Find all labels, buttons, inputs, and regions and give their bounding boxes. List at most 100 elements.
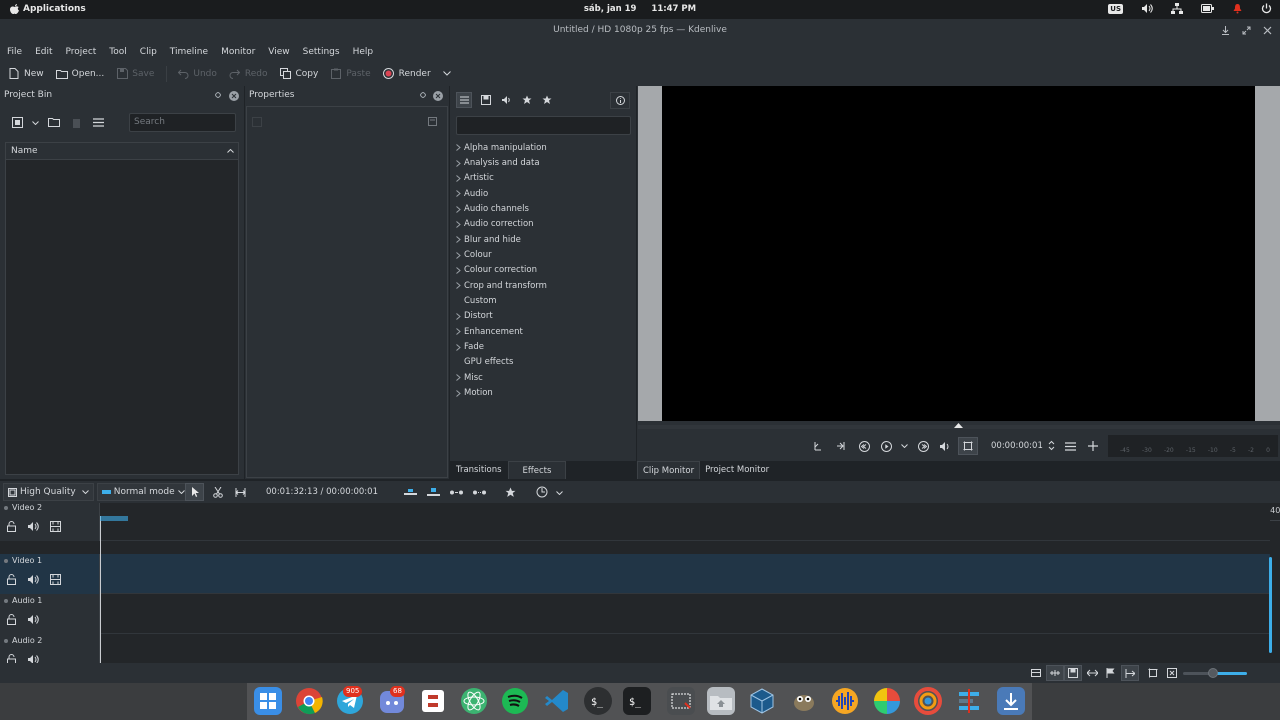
name-column-header[interactable]: Name	[11, 146, 38, 156]
video-effects-icon[interactable]	[481, 95, 491, 105]
chevron-down-icon[interactable]	[901, 444, 908, 448]
effects-category-item[interactable]: Misc	[456, 370, 547, 385]
maximize-icon[interactable]	[1242, 26, 1251, 35]
favorite-effects-star-icon[interactable]	[505, 487, 516, 498]
hide-video-icon[interactable]	[50, 574, 61, 585]
close-panel-icon[interactable]	[433, 91, 443, 101]
effects-category-item[interactable]: Colour correction	[456, 263, 547, 278]
copy-button[interactable]: Copy	[279, 68, 318, 80]
add-folder-icon[interactable]	[48, 117, 60, 127]
chevron-down-icon[interactable]	[556, 491, 563, 495]
effects-category-item[interactable]: Alpha manipulation	[456, 140, 547, 155]
kdenlive-icon[interactable]	[955, 687, 983, 715]
virtualbox-icon[interactable]	[748, 687, 776, 715]
atom-icon[interactable]	[460, 687, 488, 715]
close-panel-icon[interactable]	[229, 91, 239, 101]
set-zone-in-icon[interactable]	[813, 441, 823, 451]
rewind-icon[interactable]	[859, 441, 870, 452]
mute-audio-icon[interactable]	[27, 574, 39, 585]
lift-icon[interactable]	[450, 490, 463, 495]
menu-monitor[interactable]: Monitor	[221, 47, 255, 57]
timeline-track[interactable]: Audio 1	[0, 594, 1270, 634]
downloads-icon[interactable]	[997, 687, 1025, 715]
project-bin-list[interactable]: Name	[5, 142, 239, 475]
markers-flag-icon[interactable]	[1106, 668, 1115, 678]
menu-view[interactable]: View	[268, 47, 289, 57]
effects-category-item[interactable]: GPU effects	[456, 355, 547, 370]
power-icon[interactable]	[1261, 3, 1272, 14]
effects-category-item[interactable]: Motion	[456, 386, 547, 401]
audio-effects-icon[interactable]	[501, 95, 511, 105]
menu-clip[interactable]: Clip	[140, 47, 157, 57]
monitor-timecode[interactable]: 00:00:00:01	[991, 441, 1043, 451]
info-icon[interactable]	[610, 92, 630, 109]
audacity-icon[interactable]	[831, 687, 859, 715]
edit-mode-select[interactable]: Normal mode	[96, 483, 190, 501]
effects-category-item[interactable]: Fade	[456, 339, 547, 354]
float-panel-icon[interactable]	[420, 92, 426, 98]
color-picker-icon[interactable]	[914, 687, 942, 715]
effects-category-item[interactable]: Blur and hide	[456, 232, 547, 247]
clock[interactable]: sáb, jan 19 11:47 PM	[0, 4, 1280, 14]
project-bin-search-input[interactable]: Search	[129, 113, 236, 132]
mute-audio-icon[interactable]	[27, 614, 39, 625]
tab-transitions[interactable]: Transitions	[450, 461, 508, 479]
timeline[interactable]: 00:00:00:0000:00:10:0000:00:20:0000:00:3…	[0, 503, 1280, 663]
effects-category-item[interactable]: Crop and transform	[456, 278, 547, 293]
tab-project-monitor[interactable]: Project Monitor	[700, 461, 774, 479]
save-button[interactable]: Save	[116, 68, 154, 80]
snap-icon[interactable]	[1087, 668, 1098, 678]
float-panel-icon[interactable]	[215, 92, 221, 98]
menu-settings[interactable]: Settings	[303, 47, 340, 57]
custom-effects-icon[interactable]	[522, 95, 532, 105]
effects-category-item[interactable]: Colour	[456, 247, 547, 262]
battery-icon[interactable]	[1201, 4, 1214, 13]
timecode-spinner-icon[interactable]	[1048, 440, 1055, 451]
show-clip-icon[interactable]	[1064, 665, 1082, 681]
keyboard-layout-indicator[interactable]: US	[1108, 3, 1123, 14]
zoom-slider-handle[interactable]	[1208, 668, 1218, 678]
chevron-down-icon[interactable]	[32, 121, 39, 125]
hamburger-menu-icon[interactable]	[93, 118, 104, 127]
tab-effects[interactable]: Effects	[507, 461, 567, 479]
monitor-menu-icon[interactable]	[1065, 442, 1076, 451]
zoom-slider[interactable]	[1183, 668, 1247, 678]
timeline-track[interactable]: Audio 2	[0, 634, 1270, 663]
render-button[interactable]: Render	[383, 68, 451, 80]
menu-tool[interactable]: Tool	[109, 47, 126, 57]
shotwell-icon[interactable]	[419, 687, 447, 715]
gimp-icon[interactable]	[790, 687, 818, 715]
effects-category-item[interactable]: Artistic	[456, 171, 547, 186]
play-icon[interactable]	[881, 441, 892, 452]
effects-category-item[interactable]: Audio	[456, 186, 547, 201]
pinwheel-icon[interactable]	[873, 687, 901, 715]
effects-category-item[interactable]: Distort	[456, 309, 547, 324]
timeline-settings-icon[interactable]	[536, 486, 548, 498]
delete-icon[interactable]	[72, 117, 81, 128]
open-button[interactable]: Open...	[55, 68, 104, 80]
monitor-video-display[interactable]	[662, 86, 1255, 421]
properties-options-icon[interactable]	[428, 117, 437, 126]
track-header[interactable]: Video 1	[0, 554, 100, 594]
menu-timeline[interactable]: Timeline	[170, 47, 208, 57]
track-header[interactable]: Audio 2	[0, 634, 100, 663]
timeline-track[interactable]: Video 2	[0, 503, 1270, 541]
timeline-zone-marker[interactable]	[100, 516, 128, 521]
set-zone-out-icon[interactable]	[836, 441, 846, 451]
applications-menu[interactable]: Applications	[10, 4, 86, 14]
effects-category-item[interactable]: Enhancement	[456, 324, 547, 339]
file-manager-icon[interactable]	[254, 687, 282, 715]
fit-zoom-icon[interactable]	[1148, 668, 1158, 678]
spotify-icon[interactable]	[501, 687, 529, 715]
insert-clip-icon[interactable]	[404, 489, 417, 497]
timeline-playhead[interactable]	[100, 516, 101, 663]
menu-project[interactable]: Project	[66, 47, 97, 57]
chevron-down-icon[interactable]	[442, 71, 451, 76]
hide-video-icon[interactable]	[50, 521, 61, 532]
overwrite-clip-icon[interactable]	[427, 488, 440, 497]
effects-category-item[interactable]: Audio correction	[456, 217, 547, 232]
properties-checkbox[interactable]	[252, 117, 262, 127]
volume-icon[interactable]	[939, 441, 951, 452]
show-waveform-icon[interactable]	[1046, 665, 1064, 681]
razor-scissors-icon[interactable]	[213, 487, 223, 498]
